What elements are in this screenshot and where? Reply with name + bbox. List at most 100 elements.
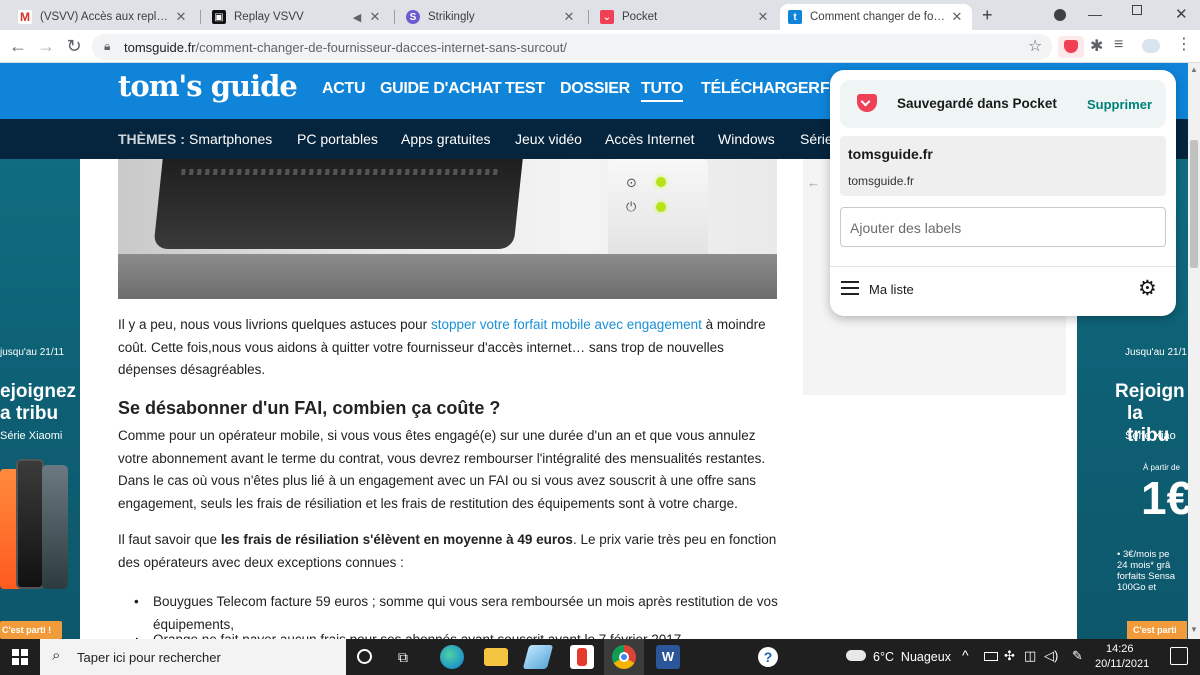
- list-icon[interactable]: [841, 281, 859, 295]
- notifications-icon[interactable]: [1170, 647, 1188, 665]
- ad-details: • 3€/mois pe 24 mois* grâ forfaits Sensa…: [1117, 549, 1176, 593]
- bookmark-star-icon[interactable]: ☆: [1028, 36, 1042, 56]
- theme-jeux-video[interactable]: Jeux vidéo: [515, 131, 582, 147]
- notepad-icon[interactable]: [522, 645, 554, 669]
- tab-title: (VSVV) Accès aux replays et d: [40, 11, 170, 23]
- theme-apps-gratuites[interactable]: Apps gratuites: [401, 131, 491, 147]
- pocket-extension-button[interactable]: [1058, 36, 1084, 58]
- close-icon[interactable]: ✕: [368, 9, 382, 25]
- tab-title: Replay VSVV: [234, 11, 304, 23]
- pocket-labels-input[interactable]: Ajouter des labels: [840, 207, 1166, 247]
- paint-icon[interactable]: [570, 645, 594, 669]
- new-tab-button[interactable]: +: [982, 5, 993, 26]
- scroll-thumb[interactable]: [1190, 140, 1198, 268]
- lock-icon: 🔒︎: [104, 39, 111, 53]
- url-text[interactable]: tomsguide.fr/comment-changer-de-fourniss…: [124, 40, 567, 55]
- address-bar[interactable]: 🔒︎ tomsguide.fr/comment-changer-de-fourn…: [92, 34, 1052, 60]
- pocket-saved-item[interactable]: tomsguide.fr tomsguide.fr: [840, 136, 1166, 196]
- theme-smartphones[interactable]: Smartphones: [189, 131, 272, 147]
- restore-icon[interactable]: [1132, 5, 1142, 15]
- tab-strikingly[interactable]: S Strikingly ✕: [398, 4, 584, 30]
- ad-cta-button[interactable]: C'est parti !: [0, 621, 62, 639]
- word-icon[interactable]: W: [656, 645, 680, 669]
- site-logo[interactable]: tom's guide: [118, 69, 298, 103]
- task-view-icon[interactable]: ⧉: [398, 649, 408, 666]
- volume-icon[interactable]: ◁): [1044, 648, 1058, 664]
- nav-dossier[interactable]: DOSSIER: [560, 80, 630, 98]
- cortana-icon[interactable]: [357, 649, 372, 664]
- ad-cta-button[interactable]: C'est parti: [1127, 621, 1187, 639]
- article-paragraph-3: Il faut savoir que les frais de résiliat…: [118, 529, 783, 574]
- tab-separator: [394, 10, 395, 24]
- tab-search-icon[interactable]: [1054, 9, 1066, 21]
- pocket-remove-button[interactable]: Supprimer: [1087, 97, 1152, 112]
- nav-telecharger[interactable]: TÉLÉCHARGER: [701, 80, 820, 98]
- taskbar-search[interactable]: ⌕ Taper ici pour rechercher: [40, 639, 346, 675]
- theme-series[interactable]: Série: [800, 131, 833, 147]
- pocket-saved-header: Sauvegardé dans Pocket Supprimer: [840, 80, 1166, 128]
- article-paragraph-1: Il y a peu, nous vous livrions quelques …: [118, 314, 783, 382]
- ad-headline-1: ejoignez: [0, 381, 77, 402]
- ad-headline-1: Rejoign: [1115, 381, 1185, 402]
- mute-icon[interactable]: ◀: [350, 11, 364, 24]
- extensions-icon[interactable]: ✱: [1090, 36, 1103, 56]
- menu-icon[interactable]: ⋮: [1176, 34, 1192, 54]
- theme-windows[interactable]: Windows: [718, 131, 775, 147]
- window-close-icon[interactable]: ✕: [1175, 5, 1188, 23]
- tab-gmail[interactable]: M (VSVV) Accès aux replays et d ✕: [10, 4, 196, 30]
- close-icon[interactable]: ✕: [950, 9, 964, 25]
- ad-headline-2: a tribu: [0, 403, 59, 424]
- close-icon[interactable]: ✕: [756, 9, 770, 25]
- back-icon[interactable]: ←: [6, 35, 30, 59]
- theme-pc-portables[interactable]: PC portables: [297, 131, 378, 147]
- tab-replay[interactable]: ▣ Replay VSVV ◀ ✕: [204, 4, 390, 30]
- tab-strip: M (VSVV) Accès aux replays et d ✕ ▣ Repl…: [0, 0, 1200, 30]
- file-explorer-icon[interactable]: [484, 648, 508, 666]
- scroll-up-icon[interactable]: ▲: [1190, 65, 1198, 74]
- weather-cloud-icon[interactable]: [846, 650, 866, 661]
- edge-icon[interactable]: [440, 645, 464, 669]
- reading-list-icon[interactable]: ≡: [1114, 36, 1123, 54]
- ad-date: Jusqu'au 21/1: [1125, 347, 1187, 358]
- chrome-taskbar-active[interactable]: [604, 639, 644, 675]
- article-link[interactable]: stopper votre forfait mobile avec engage…: [431, 317, 702, 332]
- modem-box: ⊙ ⏻: [608, 159, 708, 259]
- weather-text[interactable]: 6°C Nuageux: [873, 650, 951, 664]
- tab-pocket[interactable]: ⌄ Pocket ✕: [592, 4, 778, 30]
- tab-tomsguide-active[interactable]: t Comment changer de fournis ✕: [780, 4, 972, 30]
- arrow-left-icon[interactable]: ←: [807, 175, 820, 190]
- help-icon[interactable]: ?: [758, 647, 778, 667]
- pen-icon[interactable]: ✎: [1072, 648, 1083, 664]
- forward-icon[interactable]: →: [34, 35, 58, 59]
- pocket-my-list-link[interactable]: Ma liste: [869, 282, 914, 297]
- taskbar-search-placeholder: Taper ici pour rechercher: [77, 650, 221, 665]
- chevron-up-icon[interactable]: ^: [962, 647, 969, 663]
- tab-title: Comment changer de fournis: [810, 11, 946, 23]
- page-scrollbar[interactable]: ▲ ▼: [1188, 63, 1200, 639]
- search-icon: ⌕: [52, 647, 61, 664]
- article-hero-image: ⊙ ⏻: [118, 159, 777, 299]
- nav-test[interactable]: TEST: [505, 80, 545, 98]
- scroll-down-icon[interactable]: ▼: [1190, 625, 1198, 634]
- tab-separator: [200, 10, 201, 24]
- clock-date[interactable]: 20/11/2021: [1095, 658, 1149, 670]
- close-icon[interactable]: ✕: [562, 9, 576, 25]
- pocket-logo-icon: [857, 94, 877, 112]
- nav-tuto[interactable]: TUTO: [641, 80, 683, 102]
- tab-title: Strikingly: [428, 11, 475, 23]
- minimize-icon[interactable]: —: [1088, 6, 1102, 22]
- profile-avatar[interactable]: [1142, 39, 1160, 53]
- clock-time[interactable]: 14:26: [1106, 643, 1134, 655]
- close-icon[interactable]: ✕: [174, 9, 188, 25]
- network-icon[interactable]: ◫: [1024, 648, 1036, 664]
- bluetooth-icon[interactable]: ✣: [1004, 648, 1015, 664]
- settings-gear-icon[interactable]: ⚙: [1138, 276, 1157, 301]
- windows-start-icon[interactable]: [12, 649, 28, 665]
- theme-acces-internet[interactable]: Accès Internet: [605, 131, 695, 147]
- nav-guide-achat[interactable]: GUIDE D'ACHAT: [380, 80, 502, 98]
- reload-icon[interactable]: ↻: [62, 35, 86, 59]
- left-ad-banner[interactable]: jusqu'au 21/11 ejoignez a tribu Série Xi…: [0, 159, 80, 639]
- nav-actu[interactable]: ACTU: [322, 80, 366, 98]
- strikingly-icon: S: [406, 10, 420, 24]
- battery-icon[interactable]: [984, 652, 998, 661]
